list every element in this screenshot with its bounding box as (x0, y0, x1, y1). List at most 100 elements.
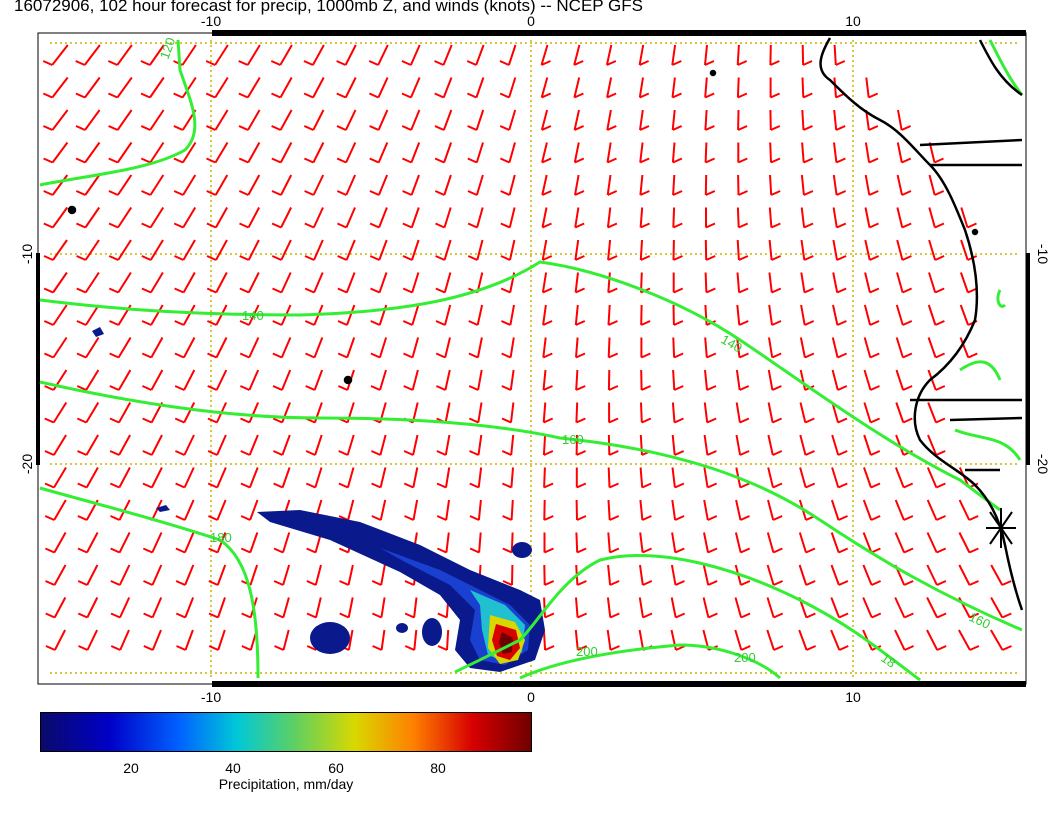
wind-barb (370, 272, 388, 294)
wind-barb (703, 434, 717, 456)
wind-barb (109, 434, 131, 456)
wind-barb (272, 434, 291, 456)
wind-barb (575, 467, 587, 489)
wind-barb (501, 467, 514, 489)
wind-barb (107, 76, 133, 99)
precip-blob (310, 622, 350, 654)
wind-barb (543, 499, 554, 521)
wind-barb (639, 174, 650, 196)
wind-barb (142, 434, 163, 456)
wind-barb (502, 532, 514, 554)
wind-barb (174, 402, 196, 424)
wind-barb (175, 597, 195, 619)
wind-barb (894, 629, 915, 651)
wind-barb (863, 434, 881, 456)
wind-barb (402, 174, 420, 196)
wind-barb (894, 467, 914, 489)
lon-tick-top: 0 (527, 13, 535, 29)
wind-barb (43, 206, 69, 229)
wind-barb (671, 44, 682, 66)
wind-barb (141, 174, 165, 196)
wind-barb (77, 564, 99, 586)
wind-barb (766, 629, 784, 651)
wind-barb (830, 499, 848, 521)
island (67, 205, 77, 215)
wind-barb (239, 272, 260, 294)
wind-barb (832, 207, 847, 229)
wind-barb (369, 239, 388, 261)
lon-tick-top: -10 (201, 13, 221, 29)
wind-barb (401, 109, 421, 131)
wind-barb (704, 369, 717, 391)
colorbar-tick: 20 (123, 760, 139, 776)
wind-barb (639, 109, 650, 131)
contour-label: 200 (734, 650, 756, 665)
wind-barb (926, 597, 947, 619)
wind-barb (143, 629, 162, 651)
wind-barb (206, 141, 229, 164)
wind-barb (639, 564, 653, 586)
wind-barb (990, 597, 1012, 619)
wind-barb (45, 629, 66, 651)
wind-barb (607, 272, 618, 294)
wind-barb (799, 434, 815, 456)
wind-barb (140, 109, 165, 131)
island (343, 375, 353, 385)
wind-barb (926, 564, 947, 586)
wind-barb (895, 369, 913, 391)
wind-barb (435, 239, 452, 261)
wind-barb (542, 369, 553, 391)
wind-barb (434, 44, 453, 66)
wind-barb (896, 239, 912, 261)
wind-barb (769, 109, 781, 131)
wind-barb (368, 44, 389, 66)
wind-barb (272, 337, 292, 359)
wind-barb (466, 77, 485, 99)
wind-barb (401, 77, 421, 99)
wind-barb (735, 369, 750, 391)
wind-barb (272, 369, 292, 391)
wind-barb (404, 499, 419, 521)
precip-blob (422, 618, 442, 646)
wind-barb (541, 142, 552, 164)
wind-barb (305, 402, 323, 424)
wind-barb (175, 467, 195, 489)
wind-barb (368, 77, 389, 99)
wind-barb (736, 77, 748, 99)
wind-barb (769, 174, 781, 196)
station-marker-icon (986, 508, 1016, 548)
wind-barb (205, 76, 229, 99)
wind-barb (671, 77, 682, 99)
wind-barb (77, 532, 99, 554)
wind-barb (671, 402, 684, 424)
wind-barb (304, 174, 325, 196)
wind-barb (737, 142, 748, 164)
wind-barb (273, 532, 291, 554)
wind-barb (896, 207, 912, 229)
wind-barb (574, 239, 585, 261)
wind-barb (143, 564, 163, 586)
wind-barb (573, 109, 585, 131)
wind-barb (241, 629, 258, 651)
wind-barb (575, 499, 587, 521)
wind-barb (573, 77, 584, 99)
wind-barb (336, 207, 356, 229)
wind-barb (501, 434, 515, 456)
wind-barb (238, 76, 261, 99)
wind-barb (44, 401, 68, 424)
wind-barb (467, 142, 484, 164)
wind-barb (958, 629, 980, 651)
wind-barb (606, 77, 617, 99)
wind-barb (767, 369, 782, 391)
wind-barb (239, 239, 260, 261)
wind-barb (468, 369, 483, 391)
wind-barb (767, 499, 783, 521)
wind-barb (864, 239, 880, 261)
wind-barb (240, 499, 259, 521)
wind-barb (607, 564, 620, 586)
wind-barb (43, 239, 68, 261)
wind-barb (75, 206, 101, 229)
wind-barb (500, 304, 515, 326)
wind-barb (403, 337, 420, 359)
wind-barb (671, 142, 683, 164)
